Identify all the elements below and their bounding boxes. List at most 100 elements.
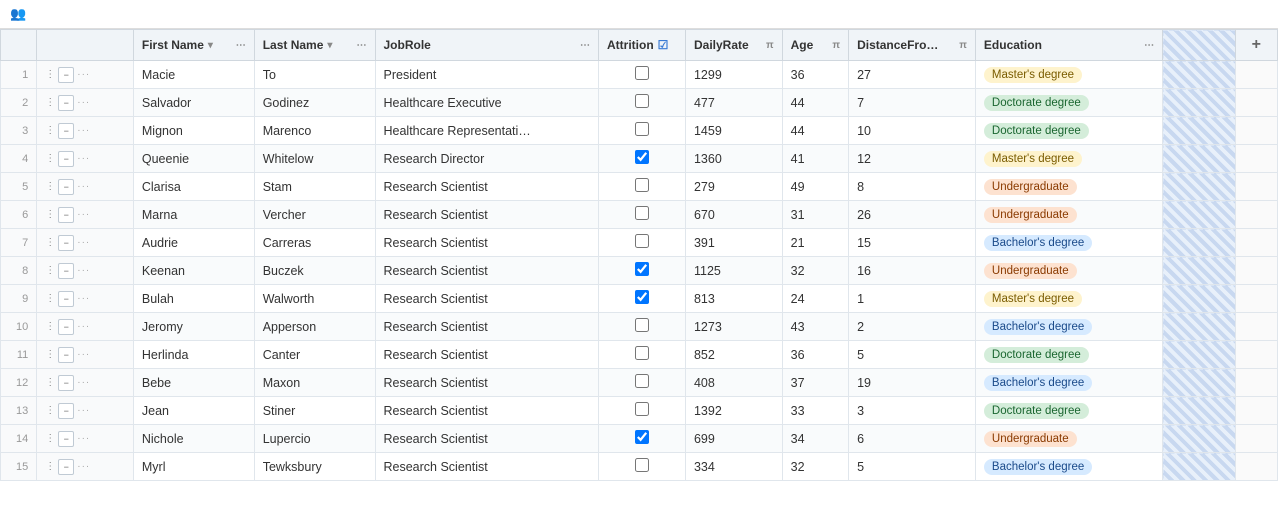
cell-attrition[interactable] [599, 453, 686, 481]
expand-icon[interactable]: ⋮ [45, 405, 55, 416]
attrition-checkbox[interactable] [635, 430, 649, 444]
cell-distance: 6 [849, 425, 976, 453]
col-header-lastname[interactable]: Last Name ▾ ⋯ [254, 30, 375, 61]
collapse-button[interactable]: − [58, 95, 74, 111]
cell-col-a [1163, 229, 1235, 257]
attrition-checkbox[interactable] [635, 262, 649, 276]
cell-attrition[interactable] [599, 117, 686, 145]
cell-attrition[interactable] [599, 341, 686, 369]
expand-icon[interactable]: ⋮ [45, 377, 55, 388]
cell-add-placeholder [1235, 313, 1277, 341]
cell-attrition[interactable] [599, 425, 686, 453]
row-dots: ··· [77, 125, 90, 136]
col-lastname-filter-icon[interactable]: ⋯ [357, 40, 367, 51]
collapse-button[interactable]: − [58, 123, 74, 139]
attrition-checkbox[interactable] [635, 402, 649, 416]
expand-icon[interactable]: ⋮ [45, 321, 55, 332]
expand-icon[interactable]: ⋮ [45, 153, 55, 164]
col-header-attrition[interactable]: Attrition ☑ [599, 30, 686, 61]
attrition-checkbox[interactable] [635, 178, 649, 192]
collapse-button[interactable]: − [58, 375, 74, 391]
cell-education: Bachelor's degree [975, 453, 1162, 481]
col-header-education[interactable]: Education ⋯ [975, 30, 1162, 61]
col-attrition-label: Attrition [607, 38, 654, 52]
expand-icon[interactable]: ⋮ [45, 265, 55, 276]
expand-icon[interactable]: ⋮ [45, 69, 55, 80]
col-header-dailyrate[interactable]: DailyRate π [685, 30, 782, 61]
cell-attrition[interactable] [599, 285, 686, 313]
collapse-button[interactable]: − [58, 151, 74, 167]
attrition-checkbox[interactable] [635, 290, 649, 304]
attrition-checkbox[interactable] [635, 122, 649, 136]
cell-attrition[interactable] [599, 89, 686, 117]
cell-attrition[interactable] [599, 369, 686, 397]
expand-icon[interactable]: ⋮ [45, 461, 55, 472]
expand-icon[interactable]: ⋮ [45, 97, 55, 108]
col-firstname-filter-icon[interactable]: ⋯ [236, 40, 246, 51]
cell-daily-rate: 279 [685, 173, 782, 201]
collapse-button[interactable]: − [58, 319, 74, 335]
cell-first-name: Nichole [133, 425, 254, 453]
collapse-button[interactable]: − [58, 459, 74, 475]
col-education-filter-icon[interactable]: ⋯ [1144, 40, 1154, 51]
collapse-button[interactable]: − [58, 403, 74, 419]
cell-col-a [1163, 453, 1235, 481]
cell-attrition[interactable] [599, 201, 686, 229]
attrition-checkbox[interactable] [635, 374, 649, 388]
row-dots: ··· [77, 181, 90, 192]
cell-attrition[interactable] [599, 229, 686, 257]
col-header-firstname[interactable]: First Name ▾ ⋯ [133, 30, 254, 61]
expand-icon[interactable]: ⋮ [45, 293, 55, 304]
cell-col-a [1163, 397, 1235, 425]
cell-attrition[interactable] [599, 61, 686, 89]
attrition-checkbox[interactable] [635, 458, 649, 472]
col-header-distance[interactable]: DistanceFro… π [849, 30, 976, 61]
collapse-button[interactable]: − [58, 347, 74, 363]
row-controls: ⋮ − ··· [37, 285, 134, 313]
expand-icon[interactable]: ⋮ [45, 237, 55, 248]
col-header-jobrole[interactable]: JobRole ⋯ [375, 30, 599, 61]
education-badge: Doctorate degree [984, 123, 1089, 139]
attrition-checkbox[interactable] [635, 206, 649, 220]
cell-attrition[interactable] [599, 173, 686, 201]
attrition-checkbox[interactable] [635, 346, 649, 360]
expand-icon[interactable]: ⋮ [45, 181, 55, 192]
cell-attrition[interactable] [599, 257, 686, 285]
attrition-checkbox[interactable] [635, 66, 649, 80]
attrition-checkbox[interactable] [635, 150, 649, 164]
col-header-age[interactable]: Age π [782, 30, 848, 61]
expand-icon[interactable]: ⋮ [45, 209, 55, 220]
cell-col-a [1163, 173, 1235, 201]
cell-daily-rate: 1273 [685, 313, 782, 341]
add-column-button[interactable]: + [1252, 36, 1261, 53]
collapse-button[interactable]: − [58, 431, 74, 447]
cell-attrition[interactable] [599, 397, 686, 425]
cell-attrition[interactable] [599, 313, 686, 341]
cell-add-placeholder [1235, 61, 1277, 89]
cell-add-placeholder [1235, 89, 1277, 117]
row-number: 11 [1, 341, 37, 369]
expand-icon[interactable]: ⋮ [45, 433, 55, 444]
attrition-checkbox[interactable] [635, 94, 649, 108]
cell-last-name: Buczek [254, 257, 375, 285]
expand-icon[interactable]: ⋮ [45, 125, 55, 136]
cell-distance: 7 [849, 89, 976, 117]
education-badge: Undergraduate [984, 207, 1077, 223]
attrition-checkbox[interactable] [635, 234, 649, 248]
expand-icon[interactable]: ⋮ [45, 349, 55, 360]
collapse-button[interactable]: − [58, 179, 74, 195]
collapse-button[interactable]: − [58, 67, 74, 83]
cell-job-role: Research Scientist [375, 173, 599, 201]
cell-age: 36 [782, 61, 848, 89]
collapse-button[interactable]: − [58, 207, 74, 223]
col-jobrole-filter-icon[interactable]: ⋯ [580, 40, 590, 51]
cell-education: Bachelor's degree [975, 229, 1162, 257]
attrition-checkbox[interactable] [635, 318, 649, 332]
cell-age: 21 [782, 229, 848, 257]
collapse-button[interactable]: − [58, 263, 74, 279]
collapse-button[interactable]: − [58, 291, 74, 307]
cell-add-placeholder [1235, 341, 1277, 369]
cell-attrition[interactable] [599, 145, 686, 173]
col-header-add[interactable]: + [1235, 30, 1277, 61]
collapse-button[interactable]: − [58, 235, 74, 251]
